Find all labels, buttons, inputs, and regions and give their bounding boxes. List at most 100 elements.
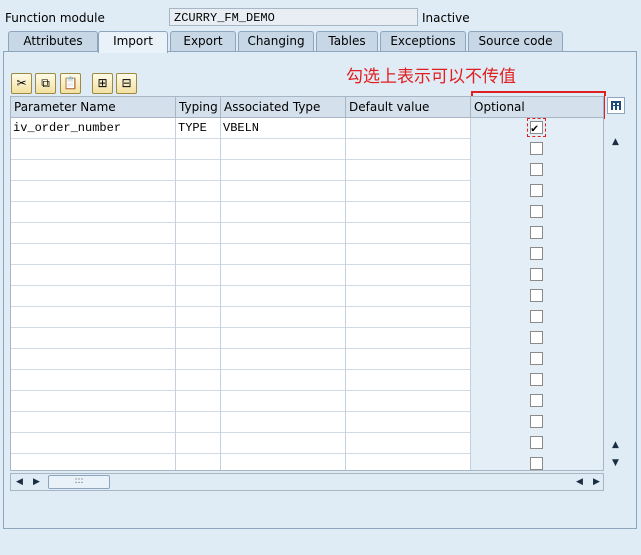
horizontal-scroll-thumb[interactable]: ::: bbox=[48, 475, 110, 489]
cell-assoc[interactable] bbox=[221, 223, 346, 244]
scroll-left-icon[interactable]: ◀ bbox=[16, 477, 23, 487]
cell-name[interactable] bbox=[11, 370, 176, 391]
cell-name[interactable] bbox=[11, 244, 176, 265]
column-header[interactable]: Parameter Name bbox=[11, 97, 176, 118]
cell-assoc[interactable] bbox=[221, 160, 346, 181]
tab-tables[interactable]: Tables bbox=[316, 31, 378, 51]
cell-default[interactable] bbox=[346, 370, 471, 391]
cell-typing[interactable] bbox=[176, 307, 221, 328]
cell-typing[interactable] bbox=[176, 139, 221, 160]
tab-changing[interactable]: Changing bbox=[238, 31, 314, 51]
insert-row-icon[interactable]: ⊞ bbox=[92, 73, 113, 94]
cell-name[interactable] bbox=[11, 433, 176, 454]
tab-attributes[interactable]: Attributes bbox=[8, 31, 98, 51]
cell-assoc[interactable] bbox=[221, 349, 346, 370]
cell-default[interactable] bbox=[346, 139, 471, 160]
scroll-right-icon[interactable]: ▶ bbox=[593, 477, 600, 487]
column-header[interactable]: Optional bbox=[471, 97, 603, 118]
optional-checkbox[interactable] bbox=[530, 205, 543, 218]
cell-default[interactable] bbox=[346, 118, 471, 139]
optional-checkbox[interactable] bbox=[530, 415, 543, 428]
cell-default[interactable] bbox=[346, 307, 471, 328]
cell-name[interactable] bbox=[11, 181, 176, 202]
column-header[interactable]: Default value bbox=[346, 97, 471, 118]
cell-typing[interactable] bbox=[176, 328, 221, 349]
cell-name[interactable] bbox=[11, 139, 176, 160]
optional-checkbox[interactable] bbox=[530, 352, 543, 365]
cell-assoc[interactable] bbox=[221, 265, 346, 286]
cell-default[interactable] bbox=[346, 160, 471, 181]
cut-icon[interactable]: ✂ bbox=[11, 73, 32, 94]
scroll-up-icon[interactable]: ▲ bbox=[612, 137, 619, 147]
cell-default[interactable] bbox=[346, 412, 471, 433]
optional-checkbox[interactable] bbox=[530, 373, 543, 386]
cell-assoc[interactable] bbox=[221, 328, 346, 349]
cell-name[interactable] bbox=[11, 412, 176, 433]
cell-typing[interactable] bbox=[176, 265, 221, 286]
cell-typing[interactable] bbox=[176, 349, 221, 370]
cell-typing[interactable] bbox=[176, 370, 221, 391]
cell-name[interactable] bbox=[11, 202, 176, 223]
cell-assoc[interactable] bbox=[221, 454, 346, 470]
cell-name[interactable] bbox=[11, 265, 176, 286]
cell-name[interactable]: iv_order_number bbox=[11, 118, 176, 139]
cell-typing[interactable] bbox=[176, 454, 221, 470]
column-header[interactable]: Associated Type bbox=[221, 97, 346, 118]
cell-typing[interactable] bbox=[176, 244, 221, 265]
cell-name[interactable] bbox=[11, 160, 176, 181]
cell-name[interactable] bbox=[11, 223, 176, 244]
cell-name[interactable] bbox=[11, 307, 176, 328]
cell-typing[interactable] bbox=[176, 286, 221, 307]
cell-assoc[interactable]: VBELN bbox=[221, 118, 346, 139]
optional-checkbox[interactable] bbox=[530, 436, 543, 449]
tab-source-code[interactable]: Source code bbox=[468, 31, 563, 51]
cell-name[interactable] bbox=[11, 349, 176, 370]
cell-default[interactable] bbox=[346, 202, 471, 223]
cell-assoc[interactable] bbox=[221, 244, 346, 265]
cell-assoc[interactable] bbox=[221, 181, 346, 202]
optional-checkbox[interactable] bbox=[530, 226, 543, 239]
optional-checkbox[interactable] bbox=[530, 184, 543, 197]
cell-name[interactable] bbox=[11, 286, 176, 307]
cell-typing[interactable] bbox=[176, 412, 221, 433]
vertical-scrollbar[interactable] bbox=[605, 96, 627, 471]
cell-default[interactable] bbox=[346, 349, 471, 370]
scroll-left-end-icon[interactable]: ◀ bbox=[576, 477, 583, 487]
cell-typing[interactable] bbox=[176, 160, 221, 181]
optional-checkbox[interactable] bbox=[530, 331, 543, 344]
cell-name[interactable] bbox=[11, 328, 176, 349]
scroll-up-bottom-icon[interactable]: ▲ bbox=[612, 440, 619, 450]
cell-default[interactable] bbox=[346, 433, 471, 454]
cell-typing[interactable] bbox=[176, 202, 221, 223]
scroll-down-icon[interactable]: ▼ bbox=[612, 458, 619, 468]
cell-default[interactable] bbox=[346, 391, 471, 412]
paste-icon[interactable]: 📋 bbox=[60, 73, 81, 94]
cell-typing[interactable] bbox=[176, 433, 221, 454]
cell-name[interactable] bbox=[11, 391, 176, 412]
cell-assoc[interactable] bbox=[221, 391, 346, 412]
cell-assoc[interactable] bbox=[221, 370, 346, 391]
scroll-right-inner-icon[interactable]: ▶ bbox=[33, 477, 40, 487]
cell-assoc[interactable] bbox=[221, 307, 346, 328]
cell-default[interactable] bbox=[346, 286, 471, 307]
optional-checkbox[interactable] bbox=[530, 247, 543, 260]
column-header[interactable]: Typing bbox=[176, 97, 221, 118]
cell-assoc[interactable] bbox=[221, 433, 346, 454]
cell-typing[interactable]: TYPE bbox=[176, 118, 221, 139]
optional-checkbox[interactable] bbox=[530, 142, 543, 155]
cell-default[interactable] bbox=[346, 181, 471, 202]
delete-row-icon[interactable]: ⊟ bbox=[116, 73, 137, 94]
optional-checkbox[interactable] bbox=[530, 394, 543, 407]
cell-typing[interactable] bbox=[176, 391, 221, 412]
optional-checkbox[interactable] bbox=[530, 289, 543, 302]
column-layout-icon[interactable] bbox=[607, 97, 625, 114]
tab-export[interactable]: Export bbox=[170, 31, 236, 51]
cell-typing[interactable] bbox=[176, 181, 221, 202]
tab-import[interactable]: Import bbox=[98, 31, 168, 53]
optional-checkbox[interactable] bbox=[530, 310, 543, 323]
cell-assoc[interactable] bbox=[221, 139, 346, 160]
copy-icon[interactable]: ⧉ bbox=[35, 73, 56, 94]
cell-default[interactable] bbox=[346, 328, 471, 349]
cell-assoc[interactable] bbox=[221, 286, 346, 307]
cell-default[interactable] bbox=[346, 454, 471, 470]
